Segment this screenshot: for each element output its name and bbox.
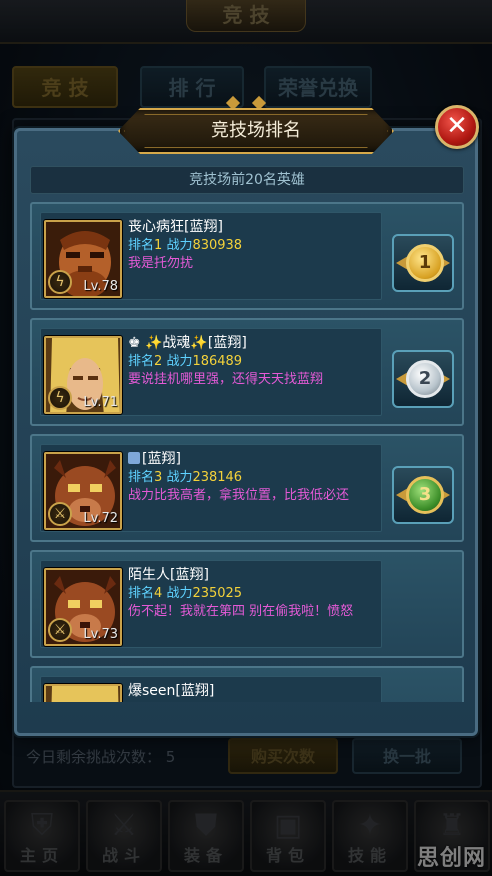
player-level: Lv.73 [83, 627, 118, 642]
power-value: 830938 [192, 238, 243, 253]
avatar[interactable]: ⚔ Lv.72 [44, 452, 122, 530]
avatar[interactable]: ⚔ Lv.73 [44, 568, 122, 646]
rank-label: 排名 [128, 470, 155, 485]
portrait-elf [46, 686, 120, 702]
medal-slot: 1 [388, 212, 458, 300]
ranking-row[interactable]: ⚔ Lv.73 陌生人[蓝翔] 排名4 战力235025 伤不起！我就在第四 别… [30, 550, 464, 658]
player-name: ♚ ✨战魂✨[蓝翔] [128, 335, 247, 351]
power-label: 战力 [166, 586, 193, 601]
medal-slot [388, 560, 458, 648]
player-name-text: [蓝翔] [142, 451, 181, 467]
game-screen: 竞 技 竞 技 排 行 荣誉兑换 今日剩余挑战次数： 5 购买次数 换一批 ⛨ … [0, 0, 492, 876]
player-stats: 排名3 战力238146 [128, 469, 368, 487]
player-message: 我是托勿扰 [128, 256, 194, 271]
ranking-row[interactable]: 爆seen[蓝翔] [30, 666, 464, 702]
power-value: 238146 [192, 470, 243, 485]
player-message: 战力比我高者，拿我位置，比我低必还 [128, 488, 350, 503]
class-warrior-icon: ⚔ [48, 502, 72, 526]
ranking-row[interactable]: ϟ Lv.71 ♚ ✨战魂✨[蓝翔] 排名2 战力186489 要说挂机哪里强，… [30, 318, 464, 426]
player-stats: 排名2 战力186489 [128, 353, 368, 371]
avatar[interactable]: ϟ Lv.71 [44, 336, 122, 414]
rank-2-medal-icon: 2 [392, 350, 454, 408]
rank-value: 3 [154, 470, 163, 485]
medal-slot: 2 [388, 328, 458, 416]
player-stats: 排名1 战力830938 [128, 237, 368, 255]
medal-number: 1 [406, 244, 444, 282]
rank-1-medal-icon: 1 [392, 234, 454, 292]
rank-label: 排名 [128, 586, 155, 601]
power-label: 战力 [166, 238, 193, 253]
player-name: [蓝翔] [128, 450, 368, 469]
medal-number: 3 [406, 476, 444, 514]
class-mage-icon: ϟ [48, 270, 72, 294]
class-warrior-icon: ⚔ [48, 618, 72, 642]
medal-number: 2 [406, 360, 444, 398]
player-name: 陌生人[蓝翔] [128, 567, 209, 583]
power-value: 186489 [192, 354, 243, 369]
power-label: 战力 [166, 470, 193, 485]
avatar[interactable]: ϟ Lv.78 [44, 220, 122, 298]
rank-value: 4 [154, 586, 163, 601]
ranking-list[interactable]: ϟ Lv.78 丧心病狂[蓝翔] 排名1 战力830938 我是托勿扰 1 ϟ … [30, 202, 464, 702]
vip-icon [128, 452, 140, 464]
rank-3-medal-icon: 3 [392, 466, 454, 524]
dialog-subtitle: 竞技场前20名英雄 [30, 166, 464, 194]
medal-slot: 3 [388, 444, 458, 532]
dialog-title: 竞技场排名 [211, 120, 301, 141]
close-button[interactable]: ✕ [435, 105, 479, 149]
player-stats: 排名4 战力235025 [128, 585, 368, 603]
player-message: 伤不起！我就在第四 别在偷我啦！愤怒 [128, 604, 354, 619]
close-icon: ✕ [446, 111, 468, 141]
power-value: 235025 [192, 586, 243, 601]
medal-slot [388, 676, 458, 702]
rank-value: 2 [154, 354, 163, 369]
ranking-row[interactable]: ⚔ Lv.72 [蓝翔] 排名3 战力238146 战力比我高者，拿我位置，比我… [30, 434, 464, 542]
ranking-row[interactable]: ϟ Lv.78 丧心病狂[蓝翔] 排名1 战力830938 我是托勿扰 1 [30, 202, 464, 310]
avatar[interactable] [44, 684, 122, 702]
rank-label: 排名 [128, 354, 155, 369]
player-name: 爆seen[蓝翔] [128, 683, 215, 699]
player-level: Lv.78 [83, 279, 118, 294]
player-message: 要说挂机哪里强，还得天天找蓝翔 [128, 372, 324, 387]
power-label: 战力 [166, 354, 193, 369]
player-name: 丧心病狂[蓝翔] [128, 219, 223, 235]
class-mage-icon: ϟ [48, 386, 72, 410]
rank-value: 1 [154, 238, 163, 253]
player-level: Lv.72 [83, 511, 118, 526]
player-level: Lv.71 [83, 395, 118, 410]
rank-label: 排名 [128, 238, 155, 253]
